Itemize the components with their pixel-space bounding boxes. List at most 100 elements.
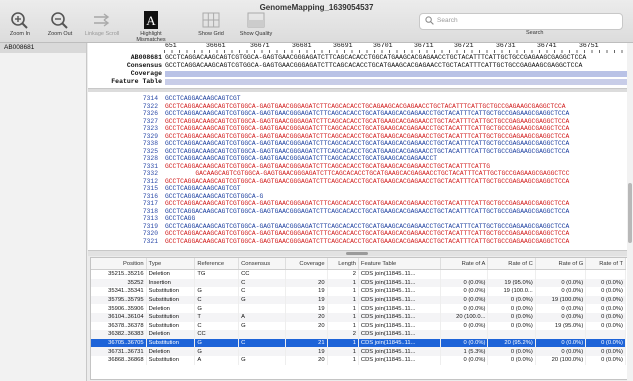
zoom-out-button[interactable]: Zoom Out <box>37 11 83 37</box>
column-header[interactable]: Type <box>146 258 196 270</box>
read-id: 7313 <box>142 215 158 222</box>
quality-icon <box>247 12 265 28</box>
read-row[interactable]: 7338 GCCTCAGGACAAGCAGTCGTGGCA-GAGTGAACGGG… <box>88 140 627 147</box>
table-cell: 19 <box>285 287 328 296</box>
table-row[interactable]: 35341..35341 Substitution G C 19 1 CDS join(11… <box>91 287 626 296</box>
read-row[interactable]: 7328 GCCTCAGGACAAGCAGTCGTGGCA-GAGTGAACGGG… <box>88 155 627 162</box>
search-label: Search <box>526 30 544 36</box>
table-cell: 36868..36868 <box>91 355 147 365</box>
svg-text:A: A <box>146 13 156 28</box>
scrollbar-thumb[interactable] <box>628 183 632 243</box>
column-header[interactable]: Consensus <box>238 258 286 270</box>
table-cell: 0 (0.0%) <box>585 295 626 305</box>
read-id: 7315 <box>142 185 158 192</box>
consensus-row: Consensus GCCTCAGGACAAGCAGTCGTGGCA-GAGTG… <box>88 62 627 70</box>
row-label: Coverage <box>130 70 162 77</box>
table-cell: 19 <box>285 295 328 305</box>
table-row[interactable]: 36705..36705 Substitution G C 21 1 CDS join(11… <box>91 338 626 348</box>
show-grid-label: Show Grid <box>198 31 224 37</box>
read-row[interactable]: 7315 GCCTCAGGACAAGCAGTCGT <box>88 185 627 192</box>
read-row[interactable]: 7321 GCCTCAGGACAAGCAGTCGTGGCA-GAGTGAACGGG… <box>88 238 627 245</box>
table-cell: 1 <box>327 347 359 356</box>
read-row[interactable]: 7312 GCCTCAGGACAAGCAGTCGTGGCA-GAGTGAACGGG… <box>88 178 627 185</box>
read-row[interactable]: 7318 GCCTCAGGACAAGCAGTCGTGGCA-GAGTGAACGGG… <box>88 208 627 215</box>
read-row[interactable]: 7326 GCCTCAGGACAAGCAGTCGTGGCA-GAGTGAACGGG… <box>88 110 627 117</box>
table-cell <box>238 347 286 356</box>
ruler-label: 36711 <box>414 43 434 49</box>
table-cell: 0 (0.0%) <box>585 287 626 296</box>
column-header[interactable]: Position <box>91 258 147 270</box>
table-cell: 36378..36378 <box>91 321 147 331</box>
table-body: 35215..35216 Deletion TG CC 2 CDS join(11845.… <box>91 269 626 365</box>
table-cell: C <box>194 321 240 331</box>
read-sequence: GACAAGCAGTCGTGGCA-GAGTGAACGGGAGATCTTCAGC… <box>195 170 570 177</box>
show-quality-button[interactable]: Show Quality <box>233 11 279 37</box>
table-cell: 1 <box>327 287 359 296</box>
table-cell: G <box>194 287 240 296</box>
table-cell: 2 <box>327 330 359 339</box>
read-row[interactable]: 7314 GCCTCAGGACAAGCAGTCGT <box>88 95 627 102</box>
coverage-track <box>165 71 627 77</box>
read-sequence: GCCTCAGGACAAGCAGTCGTGGCA-GAGTGAACGGGAGAT… <box>165 110 570 117</box>
column-header[interactable]: Reference <box>194 258 240 270</box>
read-row[interactable]: 7325 GCCTCAGGACAAGCAGTCGTGGCA-GAGTGAACGGG… <box>88 148 627 155</box>
read-row[interactable]: 7313 GCCTCAGG <box>88 215 627 222</box>
table-cell: 1 <box>327 295 359 305</box>
split-knob[interactable] <box>346 252 368 255</box>
column-header[interactable]: Rate of G <box>535 258 587 270</box>
table-cell: 21 <box>285 338 328 348</box>
table-row[interactable]: 36104..36104 Substitution T A 20 1 CDS join(11… <box>91 312 626 322</box>
table-row[interactable]: 35252 Insertion C 20 1 CDS join(11845..11... 0… <box>91 278 626 288</box>
read-row[interactable]: 7332 GACAAGCAGTCGTGGCA-GAGTGAACGGGAGATCTT… <box>88 170 627 177</box>
read-row[interactable]: 7322 GCCTCAGGACAAGCAGTCGTGGCA-GAGTGAACGGG… <box>88 103 627 110</box>
read-row[interactable]: 7327 GCCTCAGGACAAGCAGTCGTGGCA-GAGTGAACGGG… <box>88 118 627 125</box>
table-cell: 19 (100.0... <box>487 287 536 296</box>
table-row[interactable]: 36868..36868 Substitution A G 20 1 CDS join(11… <box>91 355 626 365</box>
read-row[interactable]: 7319 GCCTCAGGACAAGCAGTCGTGGCA-GAGTGAACGGG… <box>88 223 627 230</box>
table-cell: Deletion <box>146 347 196 356</box>
show-grid-button[interactable]: Show Grid <box>188 11 234 37</box>
table-row[interactable]: 36378..36378 Substitution C G 20 1 CDS join(11… <box>91 321 626 331</box>
read-row[interactable]: 7323 GCCTCAGGACAAGCAGTCGTGGCA-GAGTGAACGGG… <box>88 125 627 132</box>
read-sequence: GCCTCAGGACAAGCAGTCGT <box>165 185 241 192</box>
sidebar-item-ab008681[interactable]: AB008681 <box>0 43 86 53</box>
column-header[interactable]: Rate of C <box>487 258 536 270</box>
read-row[interactable]: 7329 GCCTCAGGACAAGCAGTCGTGGCA-GAGTGAACGGG… <box>88 133 627 140</box>
read-row[interactable]: 7331 GCCTCAGGACAAGCAGTCGTGGCA-GAGTGAACGGG… <box>88 163 627 170</box>
table-cell: C <box>194 295 240 305</box>
table-cell: Substitution <box>146 312 196 322</box>
table-row[interactable]: 35795..35795 Substitution C G 19 1 CDS join(11… <box>91 295 626 305</box>
table-cell: Substitution <box>146 338 196 348</box>
table-cell: 0 (0.0%) <box>440 287 489 296</box>
column-header[interactable]: Feature Table <box>358 258 442 270</box>
read-row[interactable]: 7316 GCCTCAGGACAAGCAGTCGTGGCA-G <box>88 193 627 200</box>
table-cell: 36705..36705 <box>91 338 147 348</box>
column-header[interactable]: Rate of A <box>440 258 489 270</box>
read-sequence: GCCTCAGGACAAGCAGTCGT <box>165 95 241 102</box>
linkage-scroll-button[interactable]: Linkage Scroll <box>79 11 125 37</box>
vertical-scrollbar[interactable] <box>627 43 633 381</box>
read-sequence: GCCTCAGGACAAGCAGTCGTGGCA-GAGTGAACGGGAGAT… <box>165 177 570 185</box>
highlight-mismatches-button[interactable]: A Highlight Mismatches <box>125 11 177 43</box>
read-row[interactable]: 7320 GCCTCAGGACAAGCAGTCGTGGCA-GAGTGAACGGG… <box>88 230 627 237</box>
read-row[interactable]: 7317 GCCTCAGGACAAGCAGTCGTGGCA-GAGTGAACGGG… <box>88 200 627 207</box>
split-handle[interactable] <box>88 250 627 256</box>
table-cell: CDS join(11845..11... <box>358 347 442 356</box>
table-row[interactable]: 36382..36383 Deletion CC 2 CDS join(11845..1… <box>91 330 626 339</box>
table-row[interactable]: 36731..36731 Deletion G 19 1 CDS join(11845..… <box>91 347 626 356</box>
read-id: 7328 <box>142 155 158 162</box>
column-header[interactable]: Length <box>327 258 359 270</box>
column-header[interactable]: Rate of T <box>585 258 626 270</box>
read-id: 7329 <box>142 132 158 140</box>
search-field[interactable]: Search <box>419 13 623 30</box>
column-header[interactable]: Coverage <box>285 258 328 270</box>
read-sequence: GCCTCAGGACAAGCAGTCGTGGCA-GAGTGAACGGGAGAT… <box>165 147 570 155</box>
table-cell: CC <box>238 269 286 279</box>
table-row[interactable]: 35215..35216 Deletion TG CC 2 CDS join(11845.… <box>91 269 626 279</box>
read-sequence: GCCTCAGGACAAGCAGTCGTGGCA-GAGTGAACGGGAGAT… <box>165 132 570 140</box>
table-cell: 0 (0.0%) <box>440 304 489 313</box>
ruler-label: 36661 <box>206 43 226 49</box>
table-cell: 20 <box>285 321 328 331</box>
table-row[interactable]: 35906..35906 Deletion G 19 1 CDS join(11845..… <box>91 304 626 313</box>
table-cell: 1 <box>327 355 359 365</box>
